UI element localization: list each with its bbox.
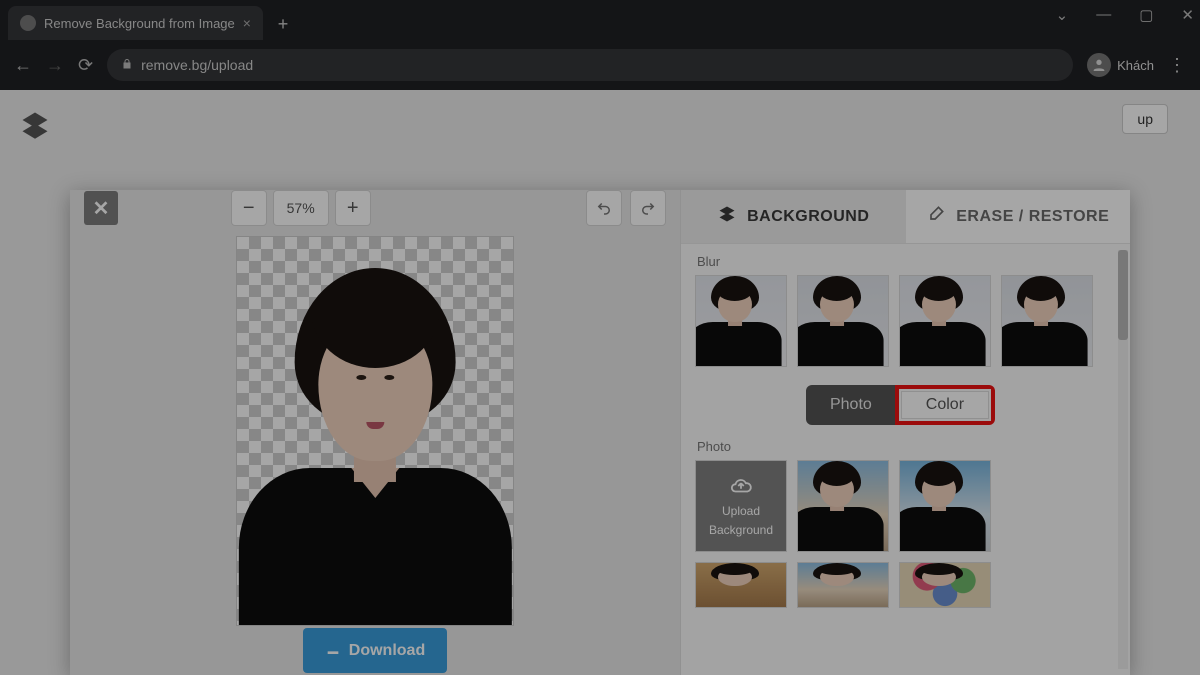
blur-option[interactable] bbox=[1001, 275, 1093, 367]
download-icon bbox=[325, 640, 341, 661]
nav-reload-icon[interactable]: ⟳ bbox=[78, 55, 93, 76]
blur-option[interactable] bbox=[695, 275, 787, 367]
browser-menu-icon[interactable]: ⋮ bbox=[1168, 55, 1186, 76]
toggle-color-button[interactable]: Color bbox=[901, 391, 989, 419]
cloud-upload-icon bbox=[728, 475, 754, 500]
image-canvas[interactable] bbox=[236, 236, 514, 626]
undo-button[interactable] bbox=[586, 190, 622, 226]
history-controls bbox=[586, 190, 666, 226]
background-panel: Blur Photo Color bbox=[681, 244, 1120, 675]
window-maximize-icon[interactable]: ▢ bbox=[1139, 6, 1153, 24]
toggle-photo-button[interactable]: Photo bbox=[806, 385, 896, 425]
upload-label-2: Background bbox=[709, 523, 773, 537]
download-button[interactable]: Download bbox=[303, 628, 447, 673]
page-body: up ✕ − 57% + bbox=[0, 90, 1200, 675]
tab-background[interactable]: BACKGROUND bbox=[681, 190, 906, 243]
photo-bg-option[interactable] bbox=[797, 562, 889, 608]
address-bar[interactable]: remove.bg/upload bbox=[107, 49, 1073, 81]
photo-bg-option[interactable] bbox=[899, 460, 991, 552]
nav-back-icon[interactable]: ← bbox=[14, 55, 32, 76]
photo-thumb-grid-row2 bbox=[695, 562, 1106, 608]
zoom-out-button[interactable]: − bbox=[231, 190, 267, 226]
editor-modal: ✕ − 57% + bbox=[70, 190, 1130, 675]
upload-background-button[interactable]: Upload Background bbox=[695, 460, 787, 552]
blur-option[interactable] bbox=[797, 275, 889, 367]
color-highlight-ring: Color bbox=[895, 385, 995, 425]
subject-cutout bbox=[256, 268, 493, 625]
tab-bar: Remove Background from Image × + ⌄ — ▢ ✕ bbox=[0, 0, 1200, 40]
browser-chrome: Remove Background from Image × + ⌄ — ▢ ✕… bbox=[0, 0, 1200, 90]
download-row: Download bbox=[70, 626, 680, 675]
blur-option[interactable] bbox=[899, 275, 991, 367]
tab-background-label: BACKGROUND bbox=[747, 208, 869, 226]
window-close-icon[interactable]: ✕ bbox=[1181, 6, 1194, 24]
blur-thumb-grid bbox=[695, 275, 1106, 367]
tab-title: Remove Background from Image bbox=[44, 16, 235, 31]
signup-button-peek[interactable]: up bbox=[1122, 104, 1168, 134]
photo-bg-option[interactable] bbox=[695, 562, 787, 608]
photo-bg-option[interactable] bbox=[899, 562, 991, 608]
layers-icon bbox=[717, 204, 737, 229]
tab-erase-restore[interactable]: ERASE / RESTORE bbox=[906, 190, 1131, 243]
editor-tabs: BACKGROUND ERASE / RESTORE bbox=[681, 190, 1130, 244]
profile-label: Khách bbox=[1117, 58, 1154, 73]
brush-icon bbox=[926, 204, 946, 229]
canvas-area bbox=[70, 226, 680, 626]
zoom-level: 57% bbox=[273, 190, 329, 226]
window-chevron-icon[interactable]: ⌄ bbox=[1056, 6, 1069, 24]
section-blur-label: Blur bbox=[697, 254, 1106, 269]
bg-mode-toggle: Photo Color bbox=[695, 385, 1106, 425]
editor-right-pane: BACKGROUND ERASE / RESTORE Blur bbox=[680, 190, 1130, 675]
browser-tab[interactable]: Remove Background from Image × bbox=[8, 6, 263, 40]
photo-thumb-grid: Upload Background bbox=[695, 460, 1106, 552]
logo-layers-icon bbox=[20, 110, 50, 140]
profile-chip[interactable]: Khách bbox=[1087, 53, 1154, 77]
editor-left-pane: ✕ − 57% + bbox=[70, 190, 680, 675]
nav-forward-icon[interactable]: → bbox=[46, 55, 64, 76]
upload-label-1: Upload bbox=[722, 504, 760, 518]
tab-close-icon[interactable]: × bbox=[243, 15, 251, 31]
close-editor-button[interactable]: ✕ bbox=[84, 191, 118, 225]
zoom-in-button[interactable]: + bbox=[335, 190, 371, 226]
tab-erase-label: ERASE / RESTORE bbox=[956, 208, 1109, 226]
url-text: remove.bg/upload bbox=[141, 57, 253, 73]
window-minimize-icon[interactable]: — bbox=[1096, 6, 1111, 24]
tab-favicon bbox=[20, 15, 36, 31]
section-photo-label: Photo bbox=[697, 439, 1106, 454]
lock-icon bbox=[121, 57, 133, 73]
zoom-controls: − 57% + bbox=[231, 190, 371, 226]
editor-toolbar: ✕ − 57% + bbox=[70, 190, 680, 226]
photo-bg-option[interactable] bbox=[797, 460, 889, 552]
download-label: Download bbox=[349, 642, 425, 660]
new-tab-button[interactable]: + bbox=[269, 10, 297, 38]
avatar-icon bbox=[1087, 53, 1111, 77]
window-controls: ⌄ — ▢ ✕ bbox=[1056, 6, 1194, 24]
browser-toolbar: ← → ⟳ remove.bg/upload Khách ⋮ bbox=[0, 40, 1200, 90]
redo-button[interactable] bbox=[630, 190, 666, 226]
